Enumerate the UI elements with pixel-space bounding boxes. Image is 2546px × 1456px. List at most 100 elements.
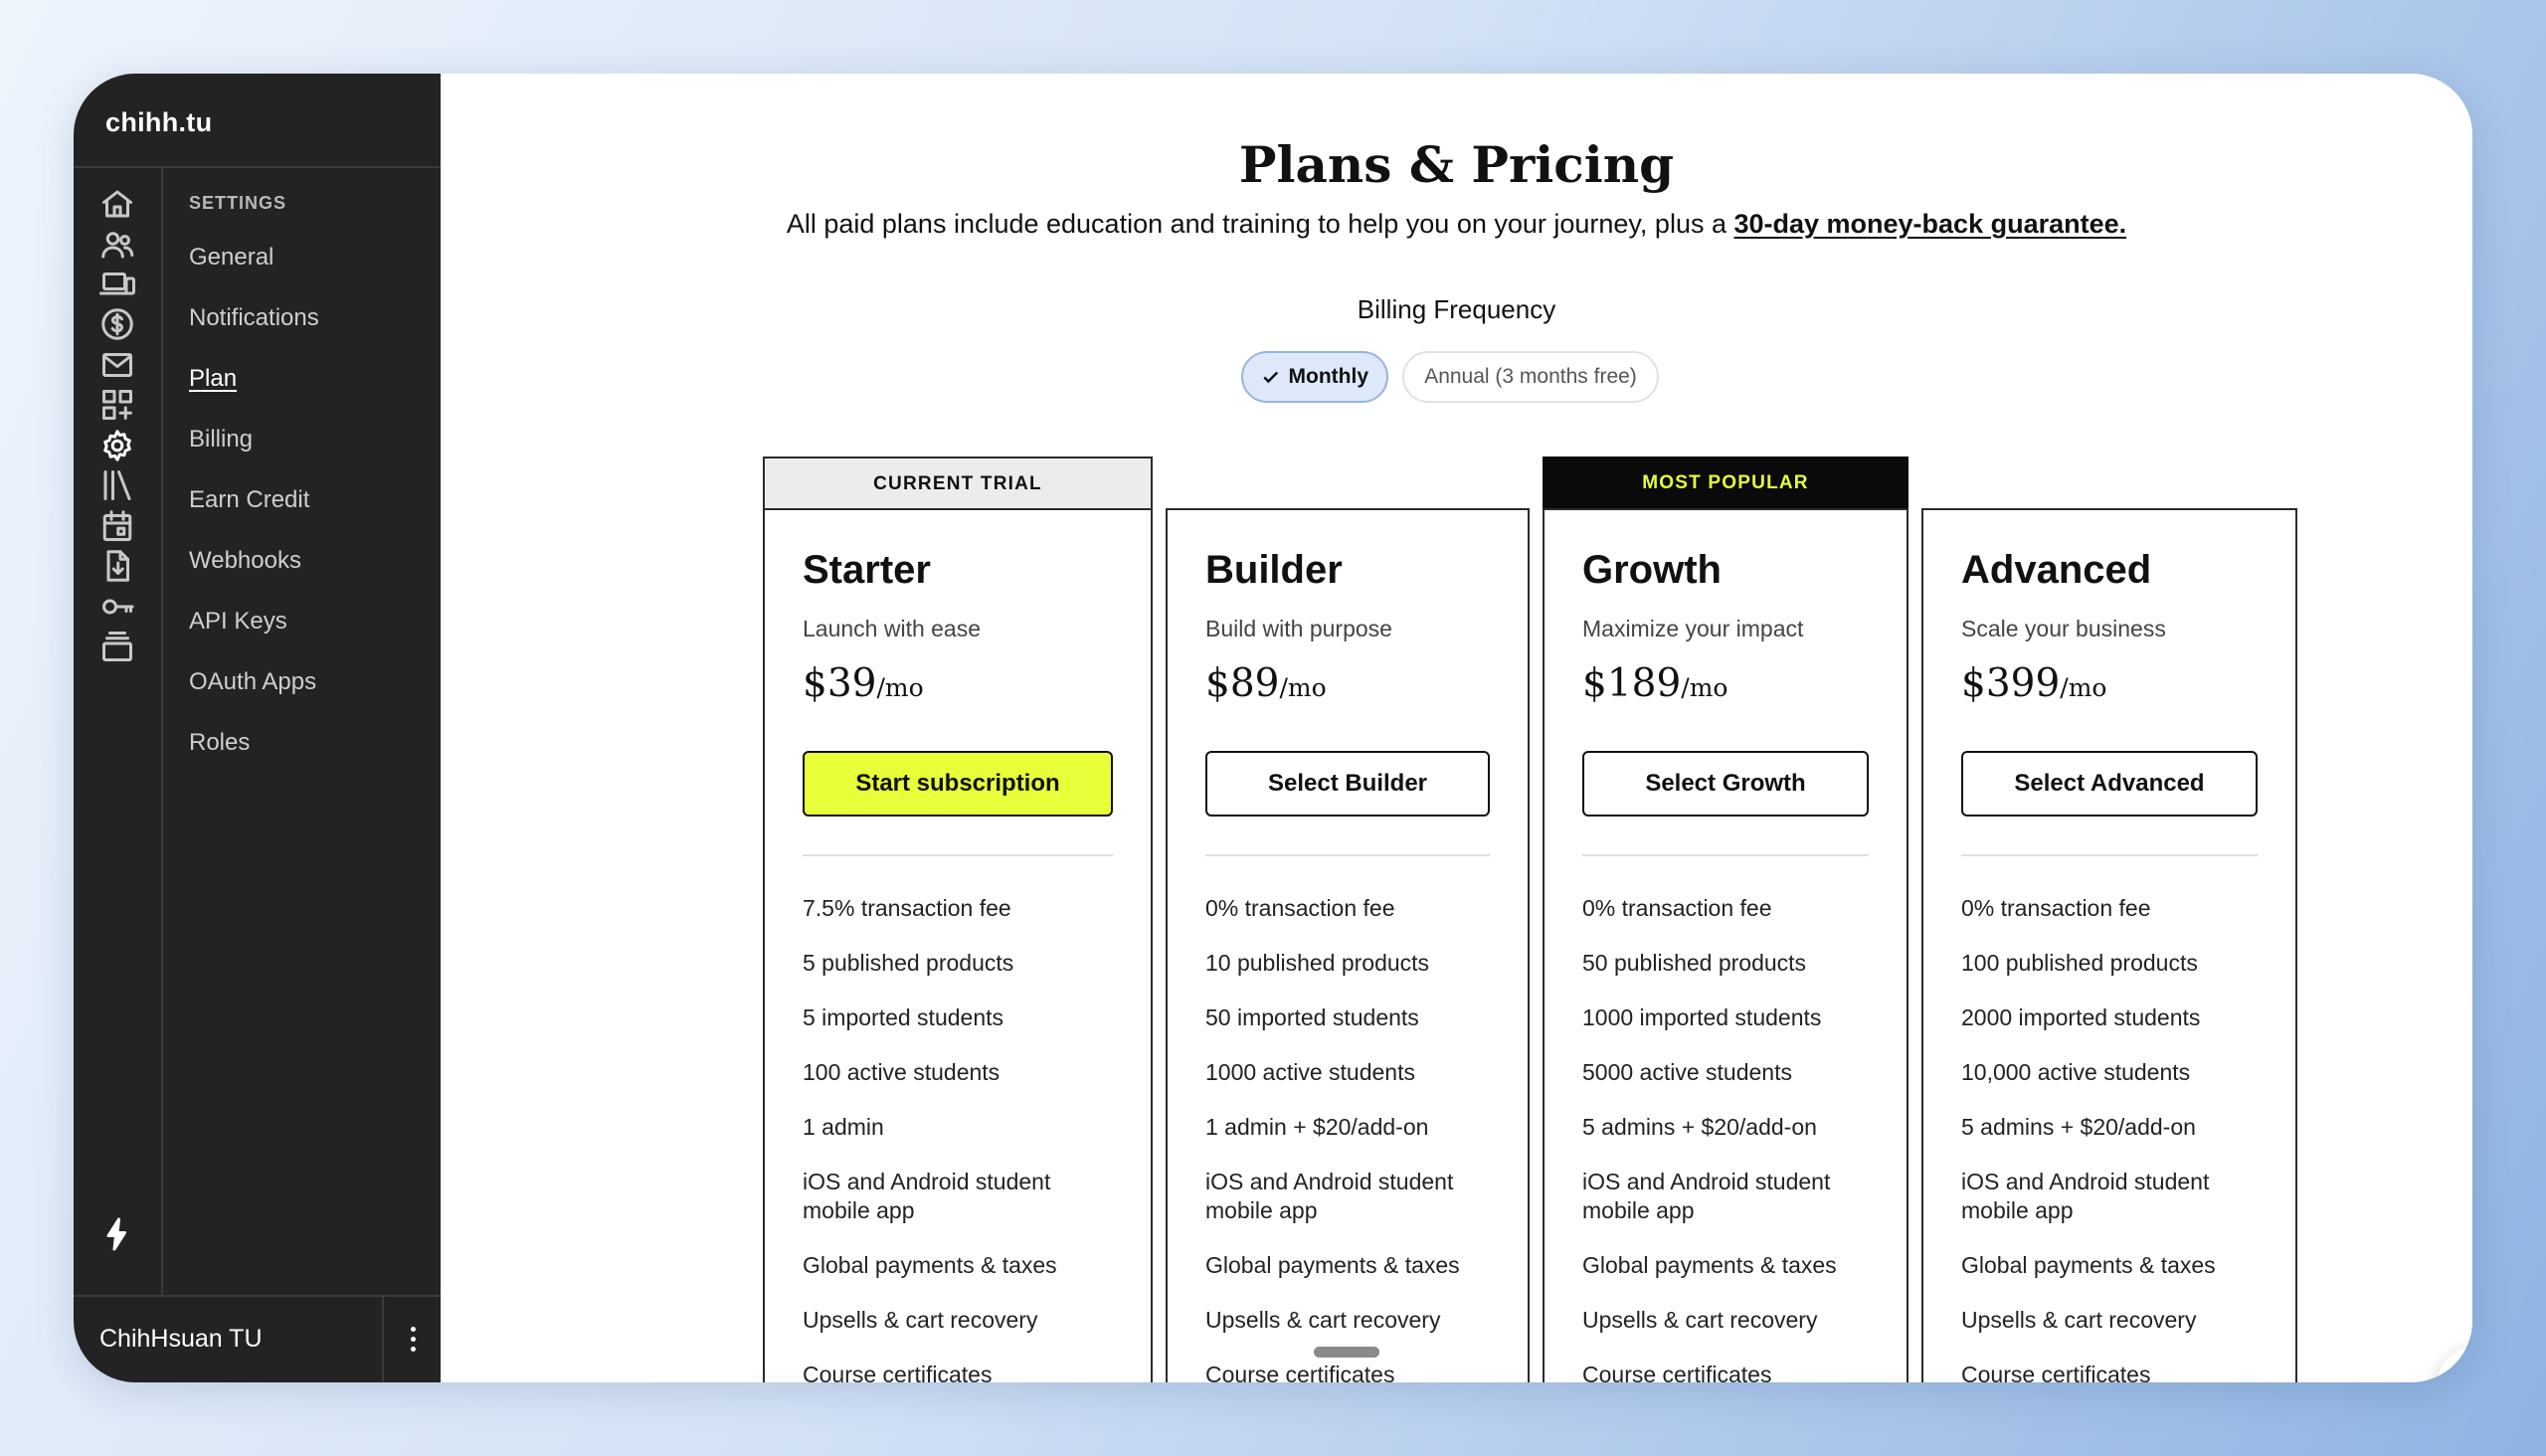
- plan-card-builder: Builder Build with purpose $89/mo Select…: [1166, 508, 1530, 1382]
- plan-price: $89/mo: [1205, 661, 1327, 706]
- stack-icon[interactable]: [97, 627, 137, 666]
- apps-icon[interactable]: [97, 385, 137, 425]
- library-icon[interactable]: [97, 465, 137, 505]
- price-period: /mo: [1681, 673, 1728, 702]
- plan-price: $189/mo: [1582, 661, 1728, 706]
- lightning-icon[interactable]: [97, 1214, 137, 1254]
- nav-item-roles[interactable]: Roles: [189, 729, 319, 790]
- plan-price: $399/mo: [1961, 661, 2106, 706]
- calendar-icon[interactable]: [97, 506, 137, 546]
- divider: [161, 168, 163, 1296]
- page-subtitle: All paid plans include education and tra…: [441, 209, 2472, 240]
- feature-item: 0% transaction fee: [1961, 895, 2151, 921]
- feature-item: 10,000 active students: [1961, 1059, 2191, 1085]
- plan-name: Builder: [1205, 548, 1343, 592]
- feature-item: Upsells & cart recovery: [1205, 1307, 1441, 1333]
- billing-frequency-label: Billing Frequency: [1357, 294, 1556, 324]
- key-icon[interactable]: [97, 587, 137, 627]
- nav-item-oauth-apps[interactable]: OAuth Apps: [189, 668, 319, 729]
- subtitle-text: All paid plans include education and tra…: [786, 209, 1734, 239]
- feature-item: Upsells & cart recovery: [1582, 1307, 1818, 1333]
- feature-item: iOS and Android student mobile app: [803, 1169, 1051, 1223]
- feature-list: 0% transaction fee 50 published products…: [1582, 894, 1873, 1382]
- feature-item: 0% transaction fee: [1582, 895, 1772, 921]
- horizontal-scrollbar-thumb[interactable]: [1314, 1347, 1379, 1358]
- plan-tagline: Scale your business: [1961, 616, 2166, 641]
- feature-item: 5 imported students: [803, 1004, 1004, 1030]
- brand-name[interactable]: chihh.tu: [105, 107, 212, 138]
- plan-tagline: Maximize your impact: [1582, 616, 1804, 641]
- nav-item-earn-credit[interactable]: Earn Credit: [189, 486, 319, 547]
- nav-item-billing[interactable]: Billing: [189, 426, 319, 486]
- feature-item: Global payments & taxes: [1961, 1252, 2216, 1278]
- feature-item: 50 published products: [1582, 950, 1807, 976]
- feature-item: 1000 active students: [1205, 1059, 1415, 1085]
- user-menu-kebab-icon[interactable]: [398, 1319, 428, 1359]
- divider: [803, 854, 1113, 856]
- most-popular-banner: MOST POPULAR: [1543, 456, 1909, 510]
- feature-item: 5 admins + $20/add-on: [1961, 1114, 2196, 1140]
- price-period: /mo: [2060, 673, 2107, 702]
- nav-item-general[interactable]: General: [189, 244, 319, 304]
- price-amount: $189: [1582, 661, 1682, 706]
- check-icon: [1263, 371, 1279, 384]
- feature-item: 100 active students: [803, 1059, 1000, 1085]
- select-advanced-button[interactable]: Select Advanced: [1961, 751, 2258, 817]
- feature-item: Upsells & cart recovery: [803, 1307, 1038, 1333]
- feature-item: Global payments & taxes: [1582, 1252, 1837, 1278]
- feature-item: iOS and Android student mobile app: [1961, 1169, 2210, 1223]
- price-amount: $89: [1205, 661, 1280, 706]
- feature-item: Upsells & cart recovery: [1961, 1307, 2197, 1333]
- feature-item: Global payments & taxes: [1205, 1252, 1460, 1278]
- gear-icon[interactable]: [97, 426, 137, 465]
- select-growth-button[interactable]: Select Growth: [1582, 751, 1869, 817]
- chat-icon: [2460, 1370, 2472, 1382]
- feature-item: 1 admin + $20/add-on: [1205, 1114, 1429, 1140]
- plan-card-growth: Growth Maximize your impact $189/mo Sele…: [1543, 508, 1909, 1382]
- nav-item-plan[interactable]: Plan: [189, 365, 319, 426]
- divider: [382, 1297, 384, 1382]
- plan-name: Advanced: [1961, 548, 2152, 592]
- plan-name: Growth: [1582, 548, 1722, 592]
- price-period: /mo: [1279, 673, 1327, 702]
- annual-toggle[interactable]: Annual (3 months free): [1402, 351, 1659, 403]
- plan-card-advanced: Advanced Scale your business $399/mo Sel…: [1921, 508, 2297, 1382]
- mail-icon[interactable]: [97, 345, 137, 385]
- feature-item: iOS and Android student mobile app: [1582, 1169, 1831, 1223]
- nav-item-webhooks[interactable]: Webhooks: [189, 547, 319, 608]
- divider: [1582, 854, 1869, 856]
- users-icon[interactable]: [97, 225, 137, 265]
- plan-tagline: Launch with ease: [803, 616, 982, 641]
- feature-item: 5 published products: [803, 950, 1014, 976]
- money-back-guarantee-link[interactable]: 30-day money-back guarantee.: [1733, 209, 2126, 239]
- feature-item: iOS and Android student mobile app: [1205, 1169, 1454, 1223]
- feature-item: Course certificates: [1961, 1362, 2151, 1382]
- divider: [1205, 854, 1490, 856]
- devices-icon[interactable]: [97, 265, 137, 304]
- download-doc-icon[interactable]: [97, 546, 137, 586]
- current-trial-banner: CURRENT TRIAL: [763, 456, 1153, 510]
- feature-list: 0% transaction fee 10 published products…: [1205, 894, 1494, 1382]
- nav-item-api-keys[interactable]: API Keys: [189, 608, 319, 668]
- plan-price: $39/mo: [803, 661, 924, 706]
- price-period: /mo: [876, 673, 924, 702]
- divider: [74, 1295, 441, 1297]
- feature-item: Global payments & taxes: [803, 1252, 1057, 1278]
- price-amount: $399: [1961, 661, 2061, 706]
- dollar-icon[interactable]: [97, 304, 137, 344]
- feature-item: 2000 imported students: [1961, 1004, 2201, 1030]
- plan-card-starter: Starter Launch with ease $39/mo Start su…: [763, 508, 1153, 1382]
- feature-item: Course certificates: [1205, 1362, 1395, 1382]
- user-name[interactable]: ChihHsuan TU: [99, 1325, 263, 1354]
- select-builder-button[interactable]: Select Builder: [1205, 751, 1490, 817]
- nav-heading: SETTINGS: [189, 193, 287, 213]
- monthly-toggle[interactable]: Monthly: [1241, 351, 1388, 403]
- price-amount: $39: [803, 661, 877, 706]
- feature-item: 0% transaction fee: [1205, 895, 1395, 921]
- start-subscription-button[interactable]: Start subscription: [803, 751, 1113, 817]
- feature-item: 5000 active students: [1582, 1059, 1792, 1085]
- home-icon[interactable]: [97, 184, 137, 224]
- nav-item-notifications[interactable]: Notifications: [189, 304, 319, 365]
- feature-item: 10 published products: [1205, 950, 1430, 976]
- billing-frequency-toggle: Monthly Annual (3 months free): [1241, 351, 1659, 403]
